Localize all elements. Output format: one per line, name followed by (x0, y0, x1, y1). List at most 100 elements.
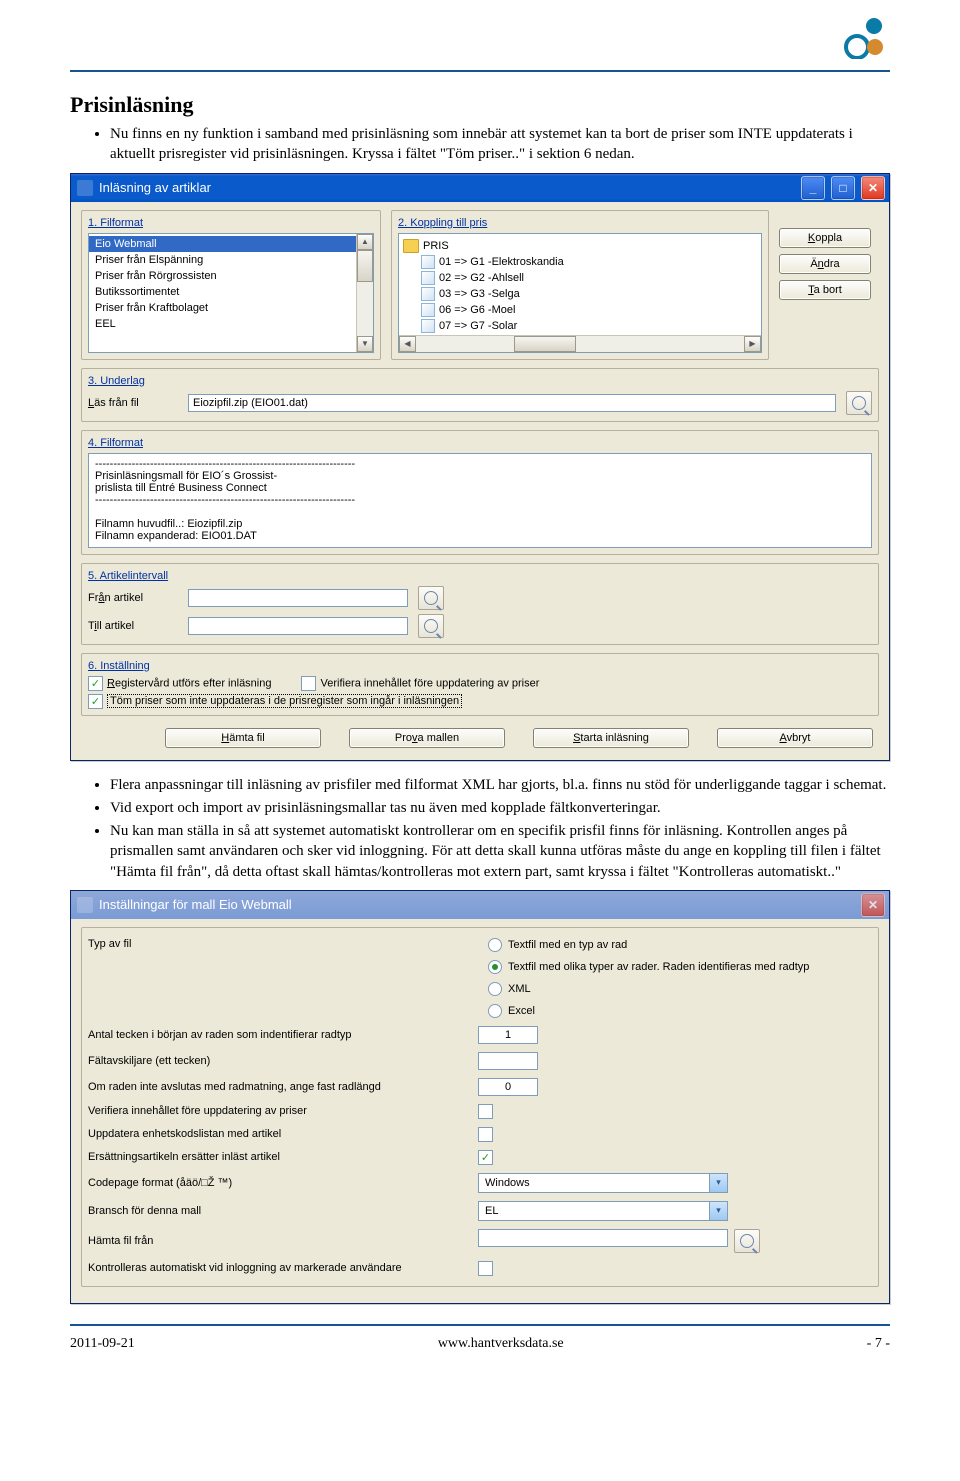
tree-root[interactable]: PRIS (423, 240, 449, 252)
tabort-button[interactable]: Ta bortTa bort (779, 280, 871, 300)
search-icon (424, 591, 438, 605)
doc-icon (421, 303, 435, 317)
settings-row: Hämta fil från (88, 1225, 872, 1257)
combo[interactable]: Windows▾ (478, 1173, 728, 1193)
list-item[interactable]: EEL (89, 316, 373, 332)
sec4-label[interactable]: 4. Filformat (88, 437, 143, 449)
minimize-button[interactable]: _ (801, 176, 825, 200)
sec5-label[interactable]: 5. Artikelintervall (88, 570, 168, 582)
checkbox[interactable] (478, 1104, 493, 1119)
typ-av-fil-label: Typ av fil (88, 934, 468, 1022)
read-from-file-label: Läs från fil (88, 397, 178, 409)
settings-row: Uppdatera enhetskodslistan med artikel (88, 1123, 872, 1146)
sec1-label[interactable]: 1. Filformat (88, 217, 143, 229)
list-item[interactable]: Butikssortimentet (89, 284, 373, 300)
footer-page: - 7 - (867, 1336, 890, 1352)
close-button[interactable]: ✕ (861, 893, 885, 917)
settings-label: Verifiera innehållet före uppdatering av… (88, 1105, 468, 1117)
browse-button[interactable] (846, 391, 872, 415)
settings-row: Kontrolleras automatiskt vid inloggning … (88, 1257, 872, 1280)
list-item[interactable]: Priser från Elspänning (89, 252, 373, 268)
radio-excel[interactable] (488, 1004, 502, 1018)
bullet-item: Nu kan man ställa in så att systemet aut… (110, 821, 890, 882)
from-article-label: Från artikel (88, 592, 178, 604)
chevron-down-icon: ▾ (709, 1202, 727, 1220)
andra-button[interactable]: ÄndraÄndra (779, 254, 871, 274)
search-icon (852, 396, 866, 410)
sec2-label[interactable]: 2. Koppling till pris (398, 217, 487, 229)
settings-label: Om raden inte avslutas med radmatning, a… (88, 1081, 468, 1093)
read-from-file-input[interactable] (188, 394, 836, 412)
settings-label: Kontrolleras automatiskt vid inloggning … (88, 1262, 468, 1274)
dialog-title: Inläsning av artiklar (99, 180, 211, 195)
cb-registervard[interactable]: ✓Registervård utförs efter inläsning (88, 676, 271, 691)
scrollbar[interactable]: ◀▶ (399, 335, 761, 352)
dialog-titlebar[interactable]: Inläsning av artiklar _ □ ✕ (71, 174, 889, 202)
radio-xml[interactable] (488, 982, 502, 996)
tree-item[interactable]: 02 => G2 -Ahlsell (439, 272, 524, 284)
dialog-inlasning: Inläsning av artiklar _ □ ✕ 1. Filformat… (70, 173, 890, 761)
settings-row: Bransch för denna mall EL▾ (88, 1197, 872, 1225)
settings-label: Uppdatera enhetskodslistan med artikel (88, 1128, 468, 1140)
settings-row: Codepage format (åäö/□Ž ™)Windows▾ (88, 1169, 872, 1197)
checkbox[interactable] (478, 1261, 493, 1276)
list-item[interactable]: Priser från Kraftbolaget (89, 300, 373, 316)
settings-input[interactable] (478, 1229, 728, 1247)
app-icon (77, 897, 93, 913)
list-item[interactable]: Priser från Rörgrossisten (89, 268, 373, 284)
tree-item[interactable]: 03 => G3 -Selga (439, 288, 520, 300)
tree-item[interactable]: 01 => G1 -Elektroskandia (439, 256, 564, 268)
doc-icon (421, 255, 435, 269)
settings-label: Bransch för denna mall (88, 1205, 468, 1217)
filformat-preview[interactable]: ----------------------------------------… (88, 453, 872, 548)
from-article-input[interactable] (188, 589, 408, 607)
to-article-input[interactable] (188, 617, 408, 635)
checkbox[interactable] (478, 1127, 493, 1142)
footer-url: www.hantverksdata.se (438, 1336, 564, 1352)
tree-item[interactable]: 06 => G6 -Moel (439, 304, 515, 316)
doc-icon (421, 319, 435, 333)
intro-bullet: Nu finns en ny funktion i samband med pr… (110, 124, 890, 165)
settings-row: Fältavskiljare (ett tecken) (88, 1048, 872, 1074)
settings-label: Hämta fil från (88, 1235, 468, 1247)
sec3-label[interactable]: 3. Underlag (88, 375, 145, 387)
top-rule (70, 70, 890, 72)
close-button[interactable]: ✕ (861, 176, 885, 200)
settings-row: Ersättningsartikeln ersätter inläst arti… (88, 1146, 872, 1169)
settings-row: Om raden inte avslutas med radmatning, a… (88, 1074, 872, 1100)
cb-tom-priser[interactable]: ✓Töm priser som inte uppdateras i de pri… (88, 695, 462, 707)
cb-verifiera[interactable]: Verifiera innehållet före uppdatering av… (301, 676, 539, 691)
lookup-button[interactable] (418, 586, 444, 610)
settings-label: Antal tecken i början av raden som inden… (88, 1029, 468, 1041)
scrollbar[interactable]: ▲▼ (356, 234, 373, 352)
combo[interactable]: EL▾ (478, 1201, 728, 1221)
pris-tree[interactable]: PRIS 01 => G1 -Elektroskandia 02 => G2 -… (398, 233, 762, 353)
radio-text-single[interactable] (488, 938, 502, 952)
settings-input[interactable] (478, 1078, 538, 1096)
prova-mallen-button[interactable]: Prova mallen (349, 728, 505, 748)
search-icon (424, 619, 438, 633)
dialog-titlebar[interactable]: Inställningar för mall Eio Webmall ✕ (71, 891, 889, 919)
footer-date: 2011-09-21 (70, 1336, 135, 1352)
filformat-list[interactable]: Eio Webmall Priser från Elspänning Prise… (88, 233, 374, 353)
tree-item[interactable]: 07 => G7 -Solar (439, 320, 517, 332)
sec6-label[interactable]: 6. Inställning (88, 660, 150, 672)
lookup-button[interactable] (734, 1229, 760, 1253)
avbryt-button[interactable]: Avbryt (717, 728, 873, 748)
hamta-fil-button[interactable]: Hämta fil (165, 728, 321, 748)
bullet-item: Flera anpassningar till inläsning av pri… (110, 775, 890, 795)
settings-input[interactable] (478, 1052, 538, 1070)
settings-input[interactable] (478, 1026, 538, 1044)
to-article-label: Till artikel (88, 620, 178, 632)
settings-row: Antal tecken i början av raden som inden… (88, 1022, 872, 1048)
list-item[interactable]: Eio Webmall (89, 236, 373, 252)
radio-text-multi[interactable] (488, 960, 502, 974)
koppla-button[interactable]: KKopplaoppla (779, 228, 871, 248)
starta-inlasning-button[interactable]: Starta inläsning (533, 728, 689, 748)
app-icon (77, 180, 93, 196)
maximize-button[interactable]: □ (831, 176, 855, 200)
checkbox[interactable]: ✓ (478, 1150, 493, 1165)
lookup-button[interactable] (418, 614, 444, 638)
chevron-down-icon: ▾ (709, 1174, 727, 1192)
search-icon (740, 1234, 754, 1248)
